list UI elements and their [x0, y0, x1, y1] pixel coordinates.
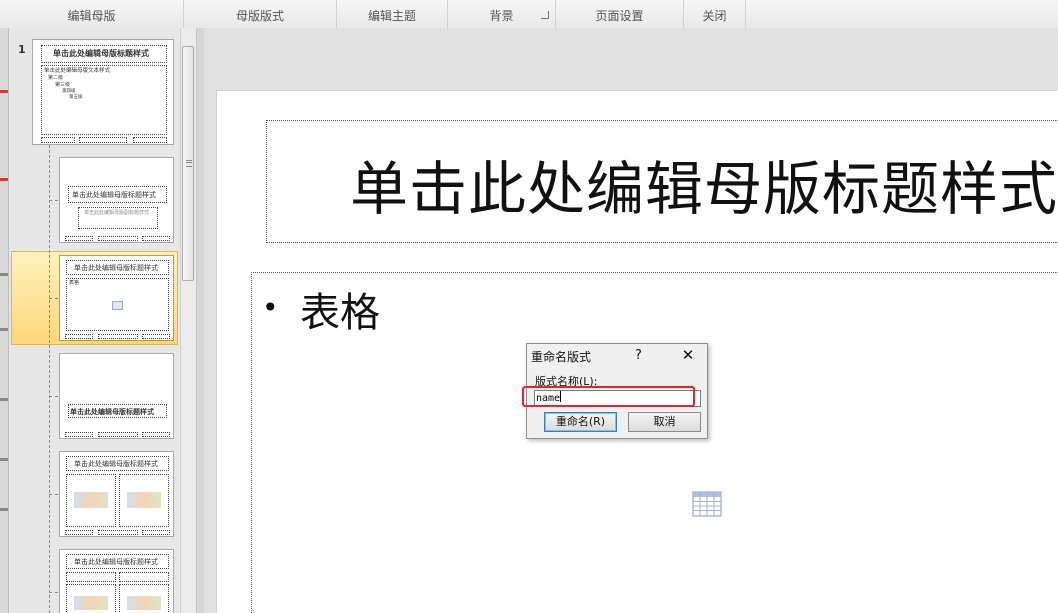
thumb-footer-number — [142, 236, 170, 241]
layout-thumbnail-comparison[interactable]: 单击此处编辑母版标题样式 — [59, 549, 174, 613]
thumb-body-line: 单击此处编辑母版文本样式 — [44, 68, 111, 74]
thumb-footer-number — [133, 137, 167, 143]
thumb-body-line: 第五级 — [69, 95, 83, 100]
thumb-footer-text — [98, 236, 138, 241]
thumb-content-icons — [127, 492, 161, 508]
close-icon[interactable]: ✕ — [677, 345, 699, 365]
slide-title[interactable]: 单击此处编辑母版标题样式 — [350, 142, 1058, 226]
layout-thumbnail-title[interactable]: 单击此处编辑母版标题样式 单击此处编辑母版副标题样式 — [59, 157, 174, 243]
master-thumbnail[interactable]: 单击此处编辑母版标题样式 单击此处编辑母版文本样式 第二级 第三级 第四级 第五… — [32, 39, 174, 145]
insert-table-icon[interactable] — [692, 491, 722, 517]
body-text[interactable]: 表格 — [300, 280, 380, 338]
thumb-footer-date — [65, 334, 93, 339]
grip-icon — [186, 160, 192, 167]
tree-tick — [49, 200, 58, 201]
ribbon-group-master-layout[interactable]: 母版版式 — [184, 0, 337, 28]
thumb-footer-date — [65, 530, 93, 535]
layout-thumbnail-section[interactable]: 单击此处编辑母版标题样式 — [59, 353, 174, 439]
layout-thumbnail-table-selected[interactable]: 单击此处编辑母版标题样式 表格 — [59, 255, 174, 341]
left-edge-sliver — [0, 28, 9, 613]
thumb-subtitle-text: 单击此处编辑母版副标题样式 — [84, 210, 150, 216]
ribbon-group-edit-theme[interactable]: 编辑主题 — [337, 0, 448, 28]
thumb-footer-date — [65, 432, 93, 437]
ribbon-group-background-label: 背景 — [489, 9, 514, 23]
scrollbar-thumb[interactable] — [182, 46, 194, 281]
rename-button[interactable]: 重命名(R) — [544, 412, 617, 432]
thumb-title-text: 单击此处编辑母版标题样式 — [74, 264, 158, 272]
layout-tree-line — [49, 145, 50, 613]
thumb-footer-text — [98, 530, 138, 535]
thumb-footer-text — [98, 432, 138, 437]
thumb-footer-number — [142, 334, 170, 339]
tree-tick — [49, 396, 58, 397]
ribbon-group-page-setup[interactable]: 页面设置 — [556, 0, 684, 28]
bullet-icon: • — [262, 291, 279, 324]
cancel-button[interactable]: 取消 — [628, 412, 701, 432]
ribbon-group-labels: 编辑母版 母版版式 编辑主题 背景 页面设置 关闭 — [0, 0, 1058, 29]
thumb-footer-number — [142, 530, 170, 535]
tree-tick — [49, 592, 58, 593]
thumb-content-icons — [127, 596, 161, 610]
thumb-title-text: 单击此处编辑母版标题样式 — [74, 558, 158, 566]
tree-tick — [49, 494, 58, 495]
dialog-title: 重命名版式 — [531, 350, 592, 364]
input-highlight-annotation — [522, 386, 695, 407]
thumb-title-text: 单击此处编辑母版标题样式 — [70, 408, 154, 416]
help-icon[interactable]: ? — [635, 348, 642, 363]
thumb-body-text: 表格 — [69, 280, 80, 286]
dialog-launcher-icon[interactable] — [541, 11, 549, 19]
thumb-content-icons — [74, 492, 108, 508]
thumb-title-text: 单击此处编辑母版标题样式 — [72, 191, 156, 199]
thumb-footer-date — [41, 137, 75, 143]
thumb-body-line: 第二级 — [48, 75, 64, 81]
ribbon-group-edit-master[interactable]: 编辑母版 — [0, 0, 184, 28]
slide-number: 1 — [18, 43, 26, 56]
tree-tick — [49, 298, 58, 299]
thumb-title-text: 单击此处编辑母版标题样式 — [53, 49, 149, 58]
thumb-table-icon — [112, 301, 123, 310]
thumb-footer-number — [142, 432, 170, 437]
thumb-body-line: 第三级 — [55, 82, 71, 88]
thumb-content-icons — [74, 596, 108, 610]
ribbon-group-background[interactable]: 背景 — [448, 0, 556, 28]
thumb-footer-text — [98, 334, 138, 339]
thumb-left-heading — [66, 572, 116, 582]
thumb-footer-text — [79, 137, 127, 143]
layout-thumbnail-two-content[interactable]: 单击此处编辑母版标题样式 — [59, 451, 174, 537]
ribbon-group-close[interactable]: 关闭 — [684, 0, 746, 28]
thumb-title-text: 单击此处编辑母版标题样式 — [74, 460, 158, 468]
thumb-footer-date — [65, 236, 93, 241]
thumb-right-heading — [119, 572, 169, 582]
